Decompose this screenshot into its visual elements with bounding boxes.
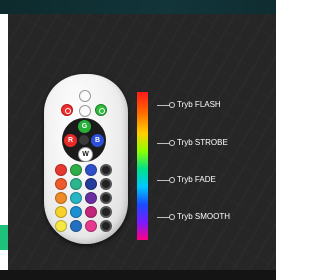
- top-banner-strip: [0, 0, 276, 14]
- white-button: W: [78, 147, 93, 162]
- color-button: [55, 220, 67, 232]
- center-button: [79, 135, 89, 145]
- color-button: [70, 220, 82, 232]
- leader-dot-icon: [169, 214, 175, 220]
- color-button: [55, 164, 67, 176]
- color-button: [85, 178, 97, 190]
- mode-label-fade: Tryb FADE: [177, 175, 216, 184]
- mode-label-flash: Tryb FLASH: [177, 100, 221, 109]
- brightness-up-button: [79, 90, 91, 102]
- red-button: R: [64, 134, 77, 147]
- leader-dot-icon: [169, 102, 175, 108]
- color-button: [70, 206, 82, 218]
- color-button: [85, 192, 97, 204]
- leader-dot-icon: [169, 177, 175, 183]
- color-button: [70, 164, 82, 176]
- mode-label-strobe: Tryb STROBE: [177, 138, 228, 147]
- mode-button: [100, 164, 112, 176]
- mode-button: [100, 192, 112, 204]
- mode-button: [100, 178, 112, 190]
- bottom-strip: [0, 270, 276, 280]
- power-on-button: [95, 104, 107, 116]
- color-button: [70, 192, 82, 204]
- blue-button: B: [91, 134, 104, 147]
- leader-dot-icon: [169, 140, 175, 146]
- brightness-down-button: [79, 105, 91, 117]
- color-button: [55, 192, 67, 204]
- mode-button: [100, 220, 112, 232]
- color-button: [55, 206, 67, 218]
- mode-label-smooth: Tryb SMOOTH: [177, 212, 231, 221]
- mode-button: [100, 206, 112, 218]
- rgbw-ring: G R B W: [62, 118, 106, 162]
- color-button: [70, 178, 82, 190]
- power-off-button: [61, 104, 73, 116]
- rgb-remote-control: G R B W: [44, 74, 128, 244]
- color-spectrum-bar: [137, 92, 148, 240]
- color-button: [85, 164, 97, 176]
- color-button: [85, 206, 97, 218]
- color-button: [85, 220, 97, 232]
- green-button: G: [78, 120, 91, 133]
- color-button: [55, 178, 67, 190]
